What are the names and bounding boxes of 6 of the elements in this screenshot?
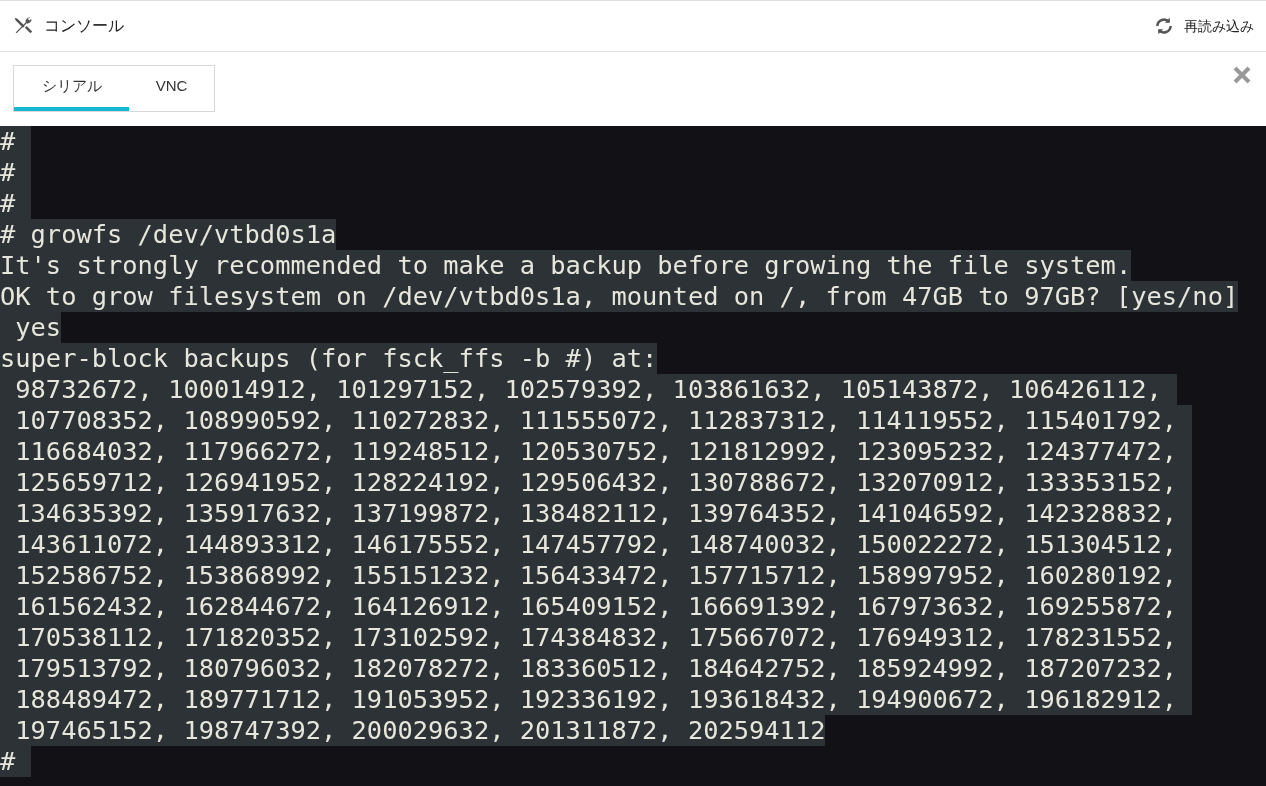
tab[interactable]: VNC [129,66,214,111]
page-title: コンソール [44,16,124,36]
close-icon[interactable] [1233,66,1251,84]
tab[interactable]: シリアル [14,66,129,111]
refresh-icon [1154,16,1174,36]
reload-button[interactable]: 再読み込み [1154,15,1254,37]
